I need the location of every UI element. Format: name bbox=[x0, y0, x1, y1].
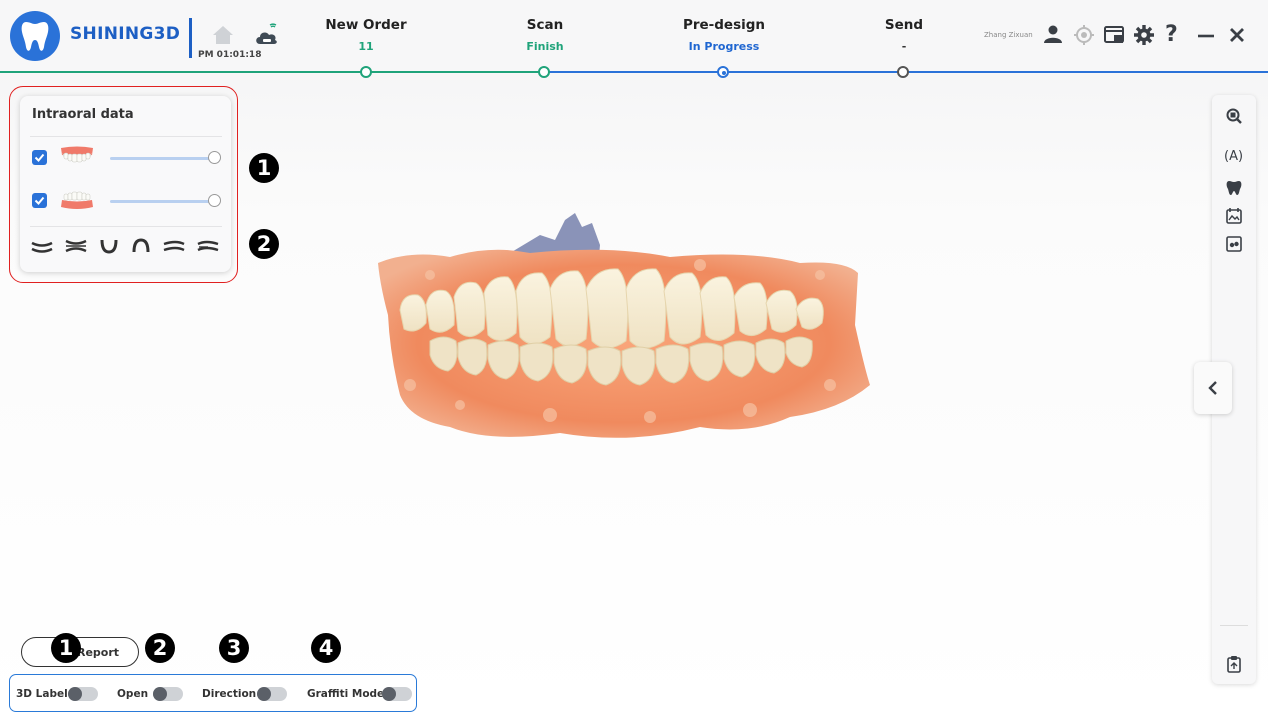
step-pre-design[interactable]: Pre-design In Progress bbox=[644, 17, 804, 53]
panel-title: Intraoral data bbox=[32, 107, 134, 122]
window-settings-icon[interactable] bbox=[1103, 24, 1125, 50]
toggle-label: 3D Label bbox=[16, 688, 68, 700]
help-icon[interactable]: ? bbox=[1165, 22, 1178, 47]
user-icon[interactable] bbox=[1043, 24, 1063, 48]
graffiti-mode-toggle[interactable] bbox=[382, 687, 412, 701]
step-dot-scan bbox=[538, 66, 550, 78]
step-dot-send bbox=[897, 66, 909, 78]
top-header: SHINING3D PM 01:01:18 New Order 11 Scan … bbox=[0, 0, 1268, 78]
step-status: 11 bbox=[358, 40, 374, 53]
upper-jaw-icon bbox=[60, 146, 94, 172]
slider-handle[interactable] bbox=[208, 194, 221, 207]
annotation-badge: 4 bbox=[311, 633, 341, 663]
divider bbox=[30, 136, 222, 137]
intraoral-data-panel: Intraoral data bbox=[20, 96, 231, 272]
toggle-label: Open bbox=[117, 688, 149, 700]
home-icon[interactable] bbox=[212, 25, 234, 49]
step-dot-new-order bbox=[360, 66, 372, 78]
annotation-badge: 1 bbox=[249, 153, 279, 183]
close-icon[interactable] bbox=[1227, 24, 1247, 50]
brand-divider bbox=[189, 18, 192, 58]
step-title: New Order bbox=[325, 17, 407, 33]
step-send[interactable]: Send - bbox=[824, 17, 984, 53]
toggle-bar: 3D Label Open Direction Graffiti Mode bbox=[9, 674, 417, 712]
text-label-icon[interactable]: (A) bbox=[1224, 149, 1243, 164]
lower-jaw-icon bbox=[60, 189, 94, 215]
crosshair-icon[interactable] bbox=[1073, 24, 1095, 50]
view-upper-arch-icon[interactable] bbox=[130, 238, 152, 258]
step-scan[interactable]: Scan Finish bbox=[465, 17, 625, 53]
clipboard-icon[interactable] bbox=[1225, 655, 1243, 677]
lower-jaw-checkbox[interactable] bbox=[32, 193, 47, 208]
view-left-icon[interactable] bbox=[162, 238, 186, 258]
step-dot-pre-design bbox=[717, 66, 729, 78]
step-title: Pre-design bbox=[682, 17, 766, 33]
divider bbox=[30, 226, 222, 227]
3d-dental-model[interactable] bbox=[370, 205, 880, 454]
view-side-icon[interactable] bbox=[64, 238, 88, 258]
annotation-badge: 2 bbox=[249, 229, 279, 259]
brand-name: SHINING3D bbox=[70, 24, 181, 44]
step-status: - bbox=[901, 40, 907, 53]
tooth-compare-icon[interactable] bbox=[1225, 235, 1243, 257]
progress-timeline bbox=[0, 71, 1268, 73]
annotation-badge: 3 bbox=[219, 633, 249, 663]
step-title: Send bbox=[884, 17, 924, 33]
step-status: Finish bbox=[526, 40, 564, 53]
gear-icon[interactable] bbox=[1133, 24, 1155, 50]
annotation-badge: 2 bbox=[145, 633, 175, 663]
lower-jaw-opacity-slider[interactable] bbox=[110, 194, 221, 207]
clock: PM 01:01:18 bbox=[198, 50, 262, 60]
direction-toggle[interactable] bbox=[257, 687, 287, 701]
cloud-sync-icon[interactable] bbox=[254, 22, 280, 50]
view-direction-bar bbox=[30, 238, 220, 258]
zoom-fit-icon[interactable] bbox=[1225, 107, 1243, 129]
minimize-icon[interactable] bbox=[1196, 24, 1216, 50]
upper-jaw-checkbox[interactable] bbox=[32, 150, 47, 165]
open-toggle[interactable] bbox=[153, 687, 183, 701]
view-top-icon[interactable] bbox=[30, 238, 54, 258]
toggle-label: Graffiti Mode bbox=[307, 688, 385, 700]
user-name: Zhang Zixuan bbox=[984, 31, 1033, 39]
divider bbox=[1220, 625, 1248, 626]
toggle-label: Direction bbox=[202, 688, 257, 700]
annotation-badge: 1 bbox=[51, 633, 81, 663]
slider-handle[interactable] bbox=[208, 151, 221, 164]
shining3d-logo bbox=[10, 11, 60, 61]
upper-jaw-opacity-slider[interactable] bbox=[110, 151, 221, 164]
image-calendar-icon[interactable] bbox=[1225, 207, 1243, 229]
chevron-left-icon bbox=[1208, 381, 1217, 395]
view-right-icon[interactable] bbox=[196, 238, 220, 258]
report-label: Report bbox=[76, 645, 120, 659]
tooth-tool-icon[interactable] bbox=[1225, 179, 1243, 201]
3d-label-toggle[interactable] bbox=[68, 687, 98, 701]
step-status: In Progress bbox=[688, 40, 760, 53]
collapse-sidebar-button[interactable] bbox=[1194, 362, 1232, 414]
step-title: Scan bbox=[526, 17, 564, 33]
view-lower-arch-icon[interactable] bbox=[98, 238, 120, 258]
step-new-order[interactable]: New Order 11 bbox=[286, 17, 446, 53]
